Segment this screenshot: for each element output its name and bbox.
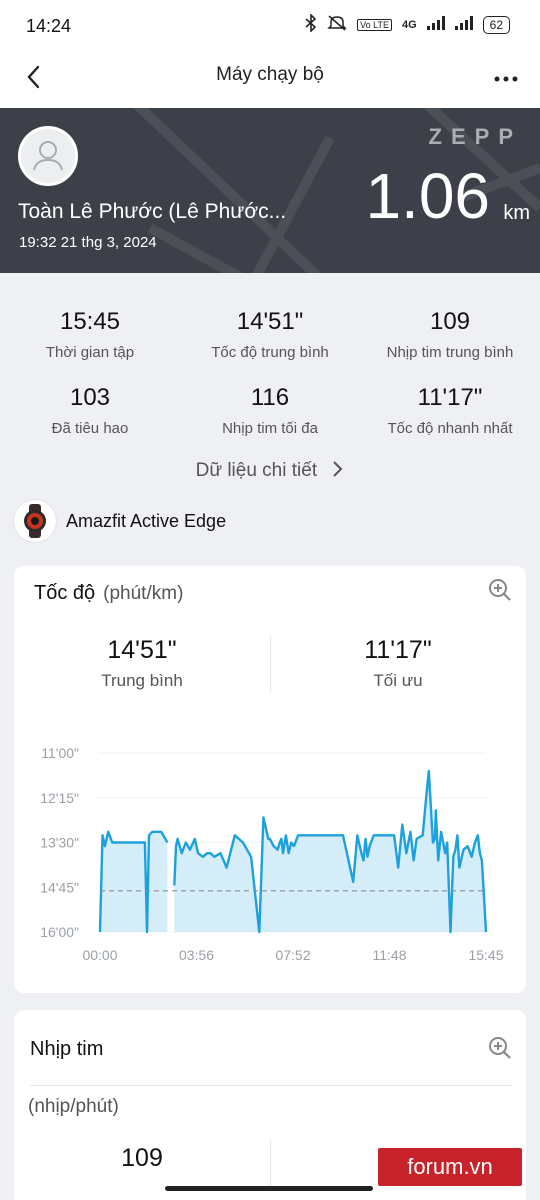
x-tick-label: 07:52 — [275, 947, 310, 963]
network-type: 4G — [401, 19, 417, 31]
watch-icon — [14, 500, 56, 542]
workout-header: Toàn Lê Phước (Lê Phước... 19:32 21 thg … — [0, 108, 540, 273]
top-navbar: Máy chạy bộ — [0, 50, 540, 108]
distance-value: 1.06 — [365, 160, 490, 232]
stat-value: 15:45 — [59, 308, 121, 335]
x-tick-label: 00:00 — [82, 947, 117, 963]
zepp-logo: ZEPP — [428, 124, 522, 149]
y-tick-label: 14'45" — [40, 879, 79, 895]
bluetooth-icon — [305, 13, 317, 36]
divider — [270, 1140, 271, 1190]
status-time: 14:24 — [26, 16, 72, 36]
x-tick-label: 15:45 — [468, 947, 503, 963]
forum-watermark: forum.vn — [378, 1148, 522, 1186]
stat-value: 103 — [69, 384, 111, 411]
divider — [30, 1085, 512, 1086]
stat-avg-hr: 109 Nhịp tim trung bình — [360, 308, 540, 361]
hr-avg: 109 — [14, 1144, 270, 1173]
stat-label: Tốc độ trung bình — [211, 344, 329, 361]
x-tick-label: 03:56 — [179, 947, 214, 963]
y-tick-label: 16'00" — [40, 924, 79, 940]
stat-label: Đã tiêu hao — [51, 420, 129, 437]
pace-chart[interactable]: 11'00" 12'15" 13'30" 14'45" 16'00"00:00 03:56… — [14, 566, 526, 993]
detail-data-link[interactable]: Dữ liệu chi tiết — [0, 460, 540, 482]
zoom-in-icon[interactable] — [488, 1036, 512, 1060]
pace-area — [100, 831, 168, 932]
user-name: Toàn Lê Phước (Lê Phước... — [18, 200, 287, 223]
stat-label: Tốc độ nhanh nhất — [387, 420, 513, 437]
hr-avg-value: 109 — [121, 1144, 163, 1172]
y-tick-label: 12'15" — [40, 790, 79, 806]
pace-card: Tốc độ (phút/km) 14'51" Trung bình 11'17"… — [14, 566, 526, 993]
stat-label: Thời gian tập — [45, 344, 135, 361]
user-icon — [33, 141, 63, 171]
detail-link-label: Dữ liệu chi tiết — [195, 460, 318, 481]
status-bar: 14:24 Vo LTE 4G 62 — [0, 0, 540, 50]
stat-avg-pace: 14'51" Tốc độ trung bình — [180, 308, 360, 361]
y-tick-label: 13'30" — [40, 835, 79, 851]
more-options-button[interactable] — [494, 64, 518, 90]
distance-unit: km — [503, 202, 530, 224]
signal-icon-2 — [454, 16, 473, 34]
more-icon — [494, 76, 518, 82]
page-title: Máy chạy bộ — [216, 64, 324, 85]
signal-icon — [426, 16, 445, 34]
stat-value: 14'51" — [236, 308, 304, 335]
y-tick-label: 11'00" — [41, 745, 79, 761]
x-tick-label: 11:48 — [373, 947, 407, 963]
stat-label: Nhịp tim trung bình — [386, 344, 514, 361]
stat-best-pace: 11'17" Tốc độ nhanh nhất — [360, 384, 540, 437]
hr-title: Nhịp tim — [30, 1038, 104, 1060]
chevron-right-icon — [333, 461, 343, 477]
hr-unit: (nhịp/phút) — [28, 1096, 119, 1117]
stat-value: 11'17" — [417, 384, 483, 411]
volte-icon: Vo LTE — [357, 19, 392, 31]
mute-icon — [327, 14, 347, 36]
avatar[interactable] — [18, 126, 78, 186]
stat-value: 116 — [250, 384, 290, 411]
home-indicator[interactable] — [165, 1186, 373, 1191]
stat-duration: 15:45 Thời gian tập — [0, 308, 180, 361]
stat-value: 109 — [429, 308, 471, 335]
workout-datetime: 19:32 21 thg 3, 2024 — [19, 234, 157, 251]
device-name: Amazfit Active Edge — [66, 510, 227, 531]
status-icons: Vo LTE 4G 62 — [305, 13, 510, 36]
watermark-text: forum.vn — [407, 1154, 493, 1179]
stat-calories: 103 Đã tiêu hao — [0, 384, 180, 437]
stat-max-hr: 116 Nhịp tim tối đa — [180, 384, 360, 437]
battery-icon: 62 — [482, 16, 510, 34]
device-row: Amazfit Active Edge — [14, 500, 226, 542]
stat-label: Nhịp tim tối đa — [222, 420, 318, 437]
